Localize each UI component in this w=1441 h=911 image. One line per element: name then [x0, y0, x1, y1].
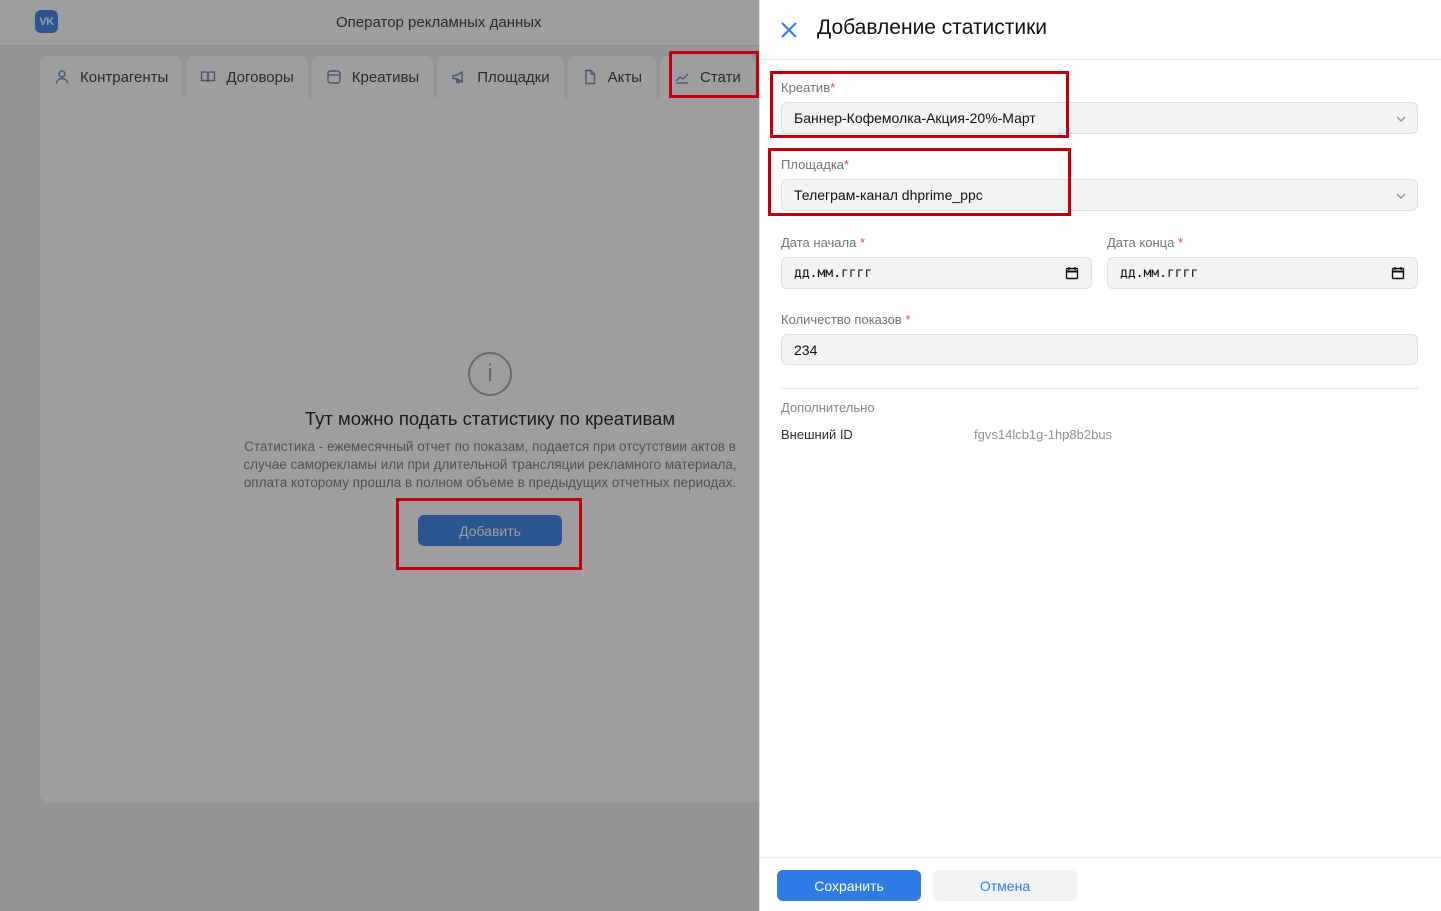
platform-select[interactable]: Телеграм-канал dhprime_ppc — [781, 179, 1418, 211]
chevron-down-icon — [1394, 189, 1408, 203]
additional-section-title: Дополнительно — [781, 400, 875, 415]
save-button[interactable]: Сохранить — [777, 870, 921, 901]
end-date-input[interactable]: дд.мм.гггг — [1107, 257, 1418, 289]
calendar-icon[interactable] — [1391, 266, 1405, 280]
add-statistics-panel: Добавление статистики Креатив* Баннер-Ко… — [759, 0, 1441, 911]
chevron-down-icon — [1394, 112, 1408, 126]
start-date-label: Дата начала * — [781, 235, 866, 250]
close-icon[interactable] — [778, 19, 800, 41]
external-id-value[interactable]: fgvs14lcb1g-1hp8b2bus — [974, 427, 1112, 442]
end-date-placeholder: дд.мм.гггг — [1120, 265, 1199, 281]
modal-overlay[interactable] — [0, 0, 760, 911]
impressions-input[interactable]: 234 — [781, 334, 1418, 365]
start-date-input[interactable]: дд.мм.гггг — [781, 257, 1092, 289]
panel-title: Добавление статистики — [817, 16, 1048, 39]
panel-footer: Сохранить Отмена — [760, 857, 1441, 911]
creative-label: Креатив* — [781, 80, 836, 95]
start-date-placeholder: дд.мм.гггг — [794, 265, 873, 281]
external-id-label: Внешний ID — [781, 427, 853, 442]
creative-select[interactable]: Баннер-Кофемолка-Акция-20%-Март — [781, 102, 1418, 134]
cancel-button[interactable]: Отмена — [933, 870, 1077, 901]
impressions-value: 234 — [794, 341, 818, 358]
platform-select-value: Телеграм-канал dhprime_ppc — [794, 187, 983, 203]
impressions-label: Количество показов * — [781, 312, 911, 327]
platform-label: Площадка* — [781, 157, 850, 172]
divider — [781, 388, 1418, 389]
creative-select-value: Баннер-Кофемолка-Акция-20%-Март — [794, 110, 1036, 126]
panel-header: Добавление статистики — [760, 0, 1441, 60]
end-date-label: Дата конца * — [1107, 235, 1184, 250]
calendar-icon[interactable] — [1065, 266, 1079, 280]
